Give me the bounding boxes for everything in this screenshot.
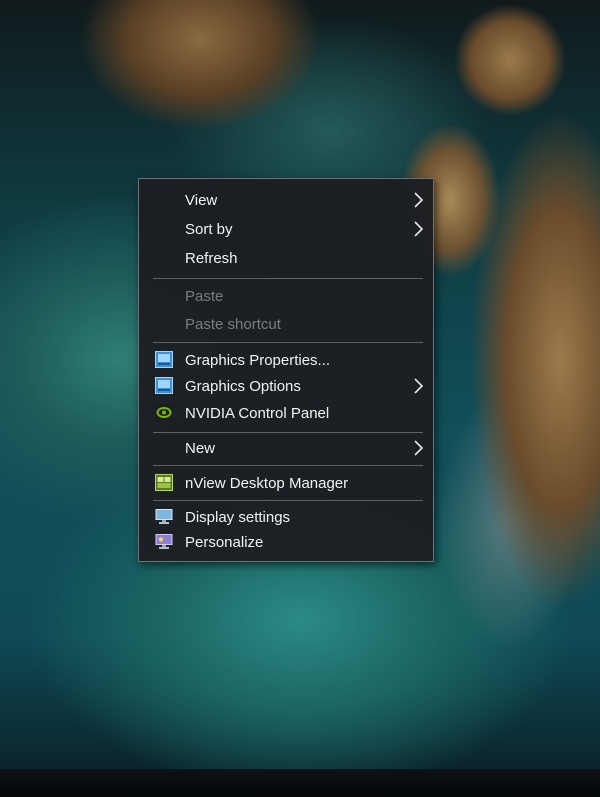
menu-item-nvidia-control-panel[interactable]: NVIDIA Control Panel <box>139 400 433 426</box>
menu-separator <box>153 342 423 343</box>
menu-item-label: Graphics Options <box>185 378 301 395</box>
menu-item-new[interactable]: New <box>139 435 433 461</box>
nvidia-icon <box>155 404 173 421</box>
chevron-right-icon <box>414 221 424 237</box>
intel-graphics-icon <box>155 351 173 368</box>
menu-item-refresh[interactable]: Refresh <box>139 245 433 271</box>
nview-icon <box>155 474 173 491</box>
menu-item-nview-desktop-manager[interactable]: nView Desktop Manager <box>139 470 433 496</box>
personalize-icon <box>155 534 173 549</box>
menu-item-display-settings[interactable]: Display settings <box>139 504 433 530</box>
chevron-right-icon <box>414 440 424 456</box>
menu-separator <box>153 465 423 466</box>
menu-item-paste: Paste <box>139 283 433 309</box>
menu-item-graphics-properties[interactable]: Graphics Properties... <box>139 347 433 373</box>
chevron-right-icon <box>414 192 424 208</box>
menu-item-label: New <box>185 440 216 457</box>
menu-item-label: Graphics Properties... <box>185 352 331 369</box>
menu-separator <box>153 432 423 433</box>
menu-separator <box>153 278 423 279</box>
intel-graphics-icon <box>155 377 173 394</box>
chevron-right-icon <box>414 378 424 394</box>
display-settings-icon <box>155 509 173 524</box>
menu-item-label: nView Desktop Manager <box>185 475 349 492</box>
menu-item-sort-by[interactable]: Sort by <box>139 216 433 242</box>
menu-item-view[interactable]: View <box>139 187 433 213</box>
menu-item-label: Refresh <box>185 250 238 267</box>
desktop-wallpaper[interactable]: View Sort by Refresh Paste Paste shortcu… <box>0 0 600 797</box>
menu-separator <box>153 500 423 501</box>
menu-item-label: Sort by <box>185 221 233 238</box>
menu-item-label: Display settings <box>185 509 291 526</box>
desktop-context-menu: View Sort by Refresh Paste Paste shortcu… <box>138 178 434 562</box>
menu-item-label: NVIDIA Control Panel <box>185 405 330 422</box>
menu-item-label: View <box>185 192 218 209</box>
menu-item-personalize[interactable]: Personalize <box>139 529 433 555</box>
menu-item-paste-shortcut: Paste shortcut <box>139 311 433 337</box>
menu-item-label: Paste <box>185 288 224 305</box>
menu-item-label: Paste shortcut <box>185 316 281 333</box>
taskbar-edge <box>0 769 600 797</box>
menu-item-graphics-options[interactable]: Graphics Options <box>139 373 433 399</box>
menu-item-label: Personalize <box>185 534 264 551</box>
